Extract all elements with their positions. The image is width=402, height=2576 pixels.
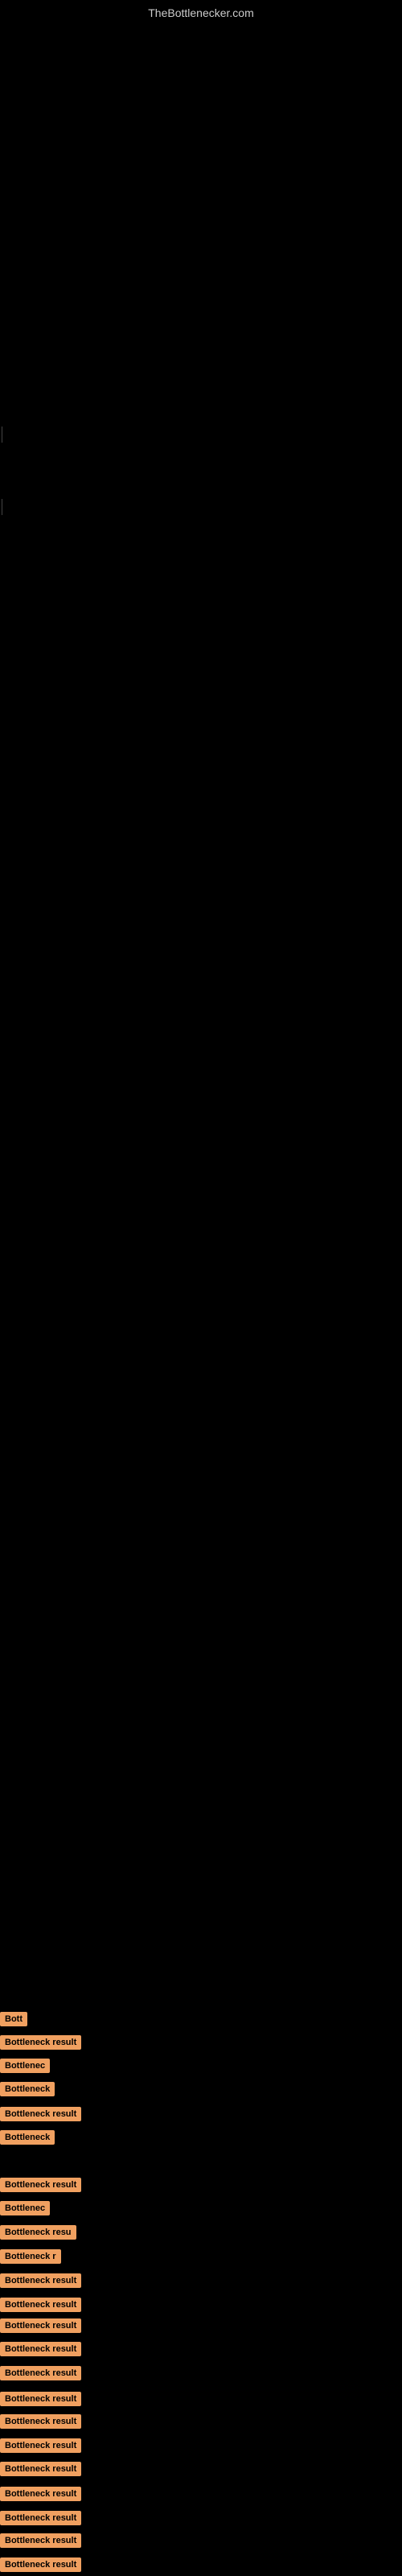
badge-row-22: Bottleneck result	[0, 2533, 81, 2552]
bottleneck-badge-23[interactable]: Bottleneck result	[0, 2557, 81, 2572]
bottleneck-badge-9[interactable]: Bottleneck resu	[0, 2225, 76, 2240]
badge-row-6: Bottleneck	[0, 2130, 55, 2149]
badge-row-20: Bottleneck result	[0, 2487, 81, 2505]
badge-row-12: Bottleneck result	[0, 2298, 81, 2316]
bottleneck-badge-17[interactable]: Bottleneck result	[0, 2414, 81, 2429]
badge-row-7: Bottleneck result	[0, 2178, 81, 2196]
badge-row-5: Bottleneck result	[0, 2107, 81, 2125]
bottleneck-badge-7[interactable]: Bottleneck result	[0, 2178, 81, 2192]
bottleneck-badge-11[interactable]: Bottleneck result	[0, 2273, 81, 2288]
bottleneck-badge-18[interactable]: Bottleneck result	[0, 2438, 81, 2453]
bottleneck-badge-1[interactable]: Bott	[0, 2012, 27, 2026]
bottleneck-badge-21[interactable]: Bottleneck result	[0, 2511, 81, 2525]
bottleneck-badge-22[interactable]: Bottleneck result	[0, 2533, 81, 2548]
badge-row-8: Bottlenec	[0, 2201, 50, 2219]
badge-row-4: Bottleneck	[0, 2082, 55, 2100]
badge-row-14: Bottleneck result	[0, 2342, 81, 2360]
bottleneck-badge-2[interactable]: Bottleneck result	[0, 2035, 81, 2050]
badge-row-16: Bottleneck result	[0, 2392, 81, 2410]
badge-row-17: Bottleneck result	[0, 2414, 81, 2433]
badge-row-11: Bottleneck result	[0, 2273, 81, 2292]
bottleneck-badge-15[interactable]: Bottleneck result	[0, 2366, 81, 2380]
site-title: TheBottlenecker.com	[0, 0, 402, 23]
badge-row-13: Bottleneck result	[0, 2318, 81, 2337]
badge-row-1: Bott	[0, 2012, 27, 2030]
badge-row-9: Bottleneck resu	[0, 2225, 76, 2244]
badge-row-21: Bottleneck result	[0, 2511, 81, 2529]
badge-row-10: Bottleneck r	[0, 2249, 61, 2268]
badge-row-23: Bottleneck result	[0, 2557, 81, 2576]
bottleneck-badge-8[interactable]: Bottlenec	[0, 2201, 50, 2215]
bottleneck-badge-13[interactable]: Bottleneck result	[0, 2318, 81, 2333]
bottleneck-badge-5[interactable]: Bottleneck result	[0, 2107, 81, 2121]
bottleneck-badge-12[interactable]: Bottleneck result	[0, 2298, 81, 2312]
badge-row-15: Bottleneck result	[0, 2366, 81, 2384]
bottleneck-badge-20[interactable]: Bottleneck result	[0, 2487, 81, 2501]
bottleneck-badge-10[interactable]: Bottleneck r	[0, 2249, 61, 2264]
badge-row-18: Bottleneck result	[0, 2438, 81, 2457]
bottleneck-badge-3[interactable]: Bottlenec	[0, 2059, 50, 2073]
badge-row-19: Bottleneck result	[0, 2462, 81, 2480]
badge-row-3: Bottlenec	[0, 2059, 50, 2077]
bottleneck-badge-4[interactable]: Bottleneck	[0, 2082, 55, 2096]
badge-row-2: Bottleneck result	[0, 2035, 81, 2054]
bottleneck-badge-14[interactable]: Bottleneck result	[0, 2342, 81, 2356]
bottleneck-badge-19[interactable]: Bottleneck result	[0, 2462, 81, 2476]
bottleneck-badge-16[interactable]: Bottleneck result	[0, 2392, 81, 2406]
bottleneck-badge-6[interactable]: Bottleneck	[0, 2130, 55, 2145]
